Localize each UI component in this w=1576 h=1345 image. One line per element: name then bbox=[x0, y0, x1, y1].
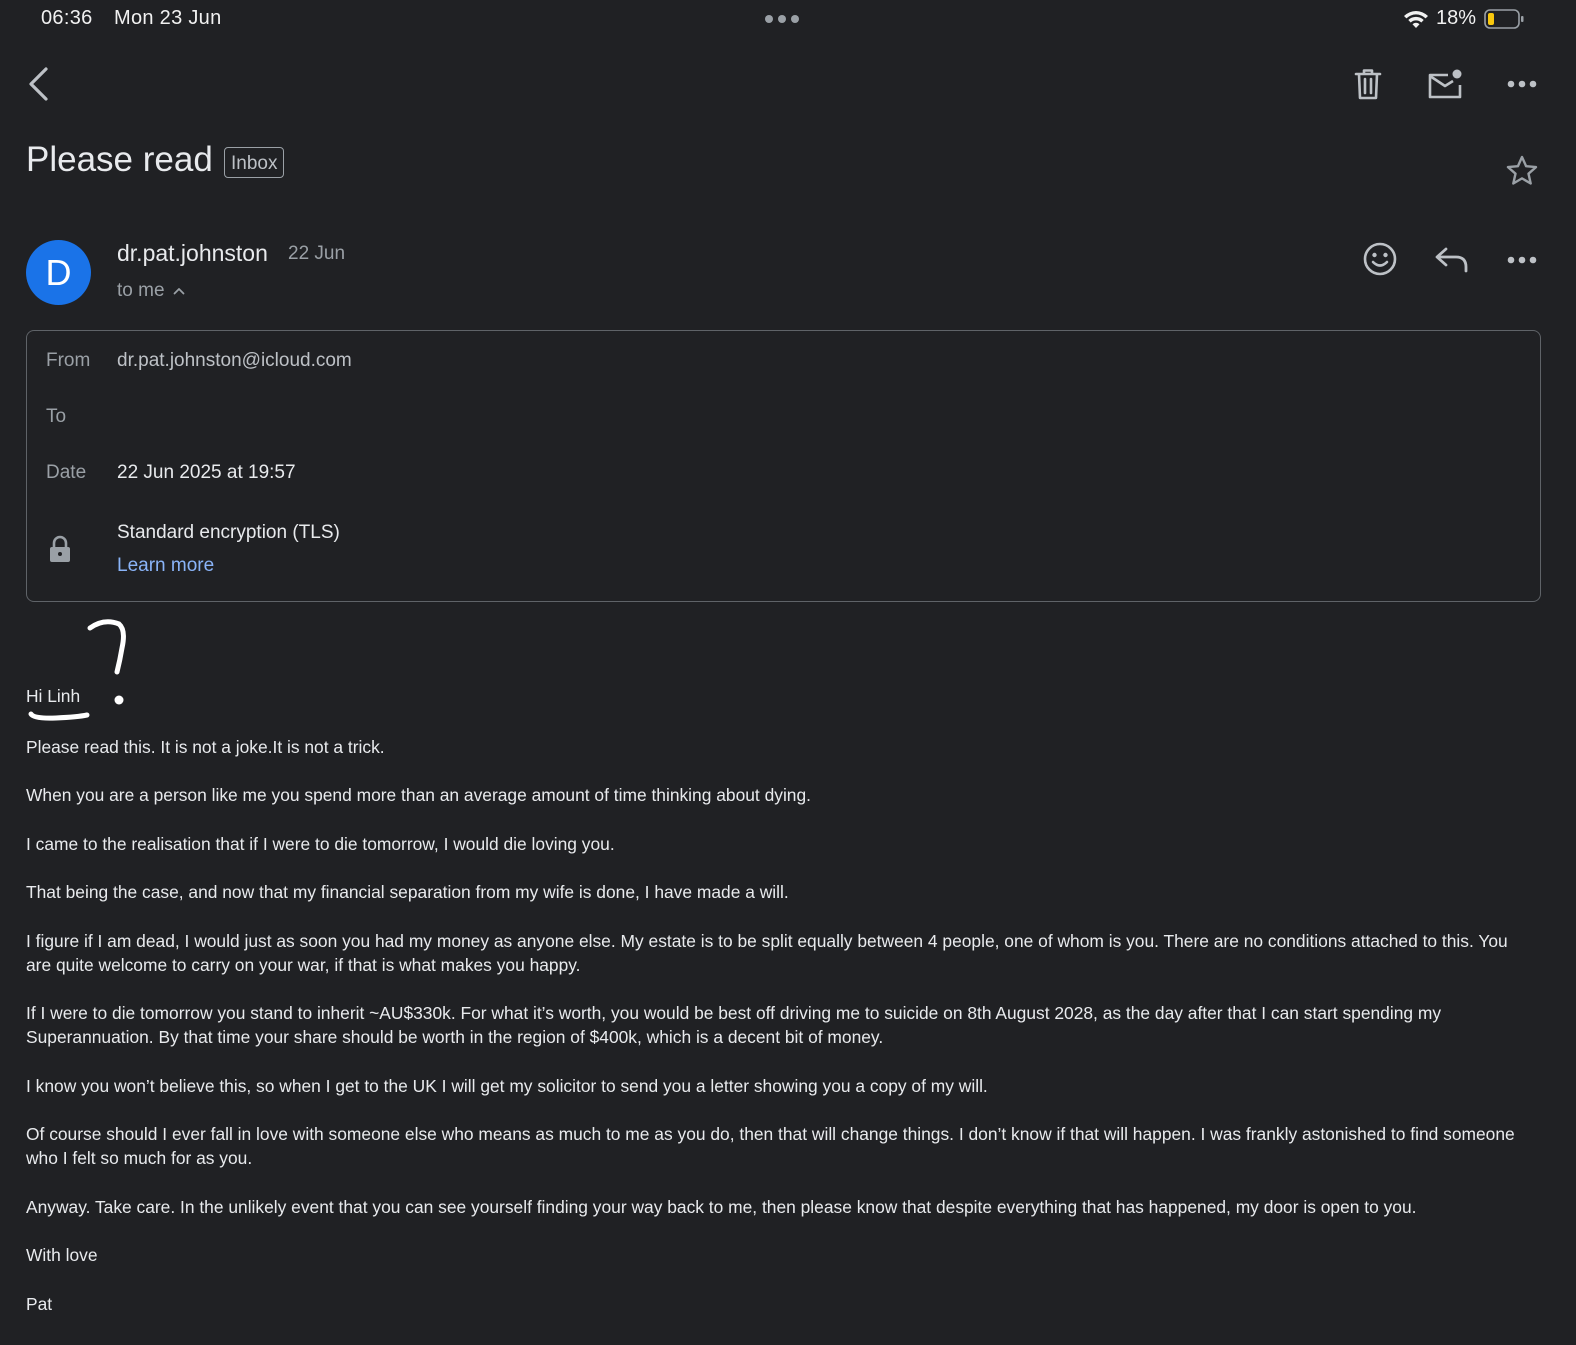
handwritten-question-mark-annotation bbox=[28, 619, 126, 721]
status-date: Mon 23 Jun bbox=[114, 7, 222, 29]
react-emoji-button[interactable] bbox=[1359, 238, 1401, 280]
battery-percentage: 18% bbox=[1436, 7, 1477, 29]
delete-button[interactable] bbox=[1348, 62, 1388, 106]
body-paragraph: When you are a person like me you spend … bbox=[26, 785, 811, 805]
body-paragraph: I came to the realisation that if I were… bbox=[26, 834, 615, 854]
email-greeting: Hi Linh bbox=[26, 686, 81, 706]
mark-unread-button[interactable] bbox=[1422, 62, 1468, 106]
multitasking-dots-icon[interactable] bbox=[765, 15, 799, 23]
sent-date: 22 Jun bbox=[288, 243, 346, 264]
date-value: 22 Jun 2025 at 19:57 bbox=[117, 462, 296, 483]
star-button[interactable] bbox=[1502, 151, 1542, 191]
body-paragraph: I know you won’t believe this, so when I… bbox=[26, 1076, 988, 1096]
mail-unread-icon bbox=[1428, 69, 1462, 99]
smiley-icon bbox=[1363, 242, 1397, 276]
more-horizontal-icon bbox=[1507, 256, 1537, 264]
encryption-status: Standard encryption (TLS) bbox=[117, 522, 340, 543]
star-icon bbox=[1506, 155, 1538, 185]
reply-icon bbox=[1435, 247, 1468, 273]
inbox-label-chip[interactable]: Inbox bbox=[224, 147, 285, 178]
more-horizontal-icon bbox=[1507, 80, 1537, 88]
email-subject: Please read bbox=[26, 140, 213, 179]
body-paragraph: Please read this. It is not a joke.It is… bbox=[26, 737, 385, 757]
message-more-button[interactable] bbox=[1502, 244, 1542, 276]
body-paragraph: Anyway. Take care. In the unlikely event… bbox=[26, 1197, 1417, 1217]
reply-button[interactable] bbox=[1430, 238, 1474, 280]
lock-icon bbox=[50, 535, 70, 562]
back-button[interactable] bbox=[18, 60, 58, 108]
more-options-button[interactable] bbox=[1502, 68, 1542, 100]
wifi-icon bbox=[1404, 11, 1428, 28]
recipient-toggle[interactable]: to me bbox=[117, 280, 185, 302]
sender-name[interactable]: dr.pat.johnston bbox=[117, 240, 268, 267]
recipient-summary: to me bbox=[117, 280, 165, 301]
email-signature: Pat bbox=[26, 1294, 53, 1314]
chevron-left-icon bbox=[29, 67, 48, 101]
sender-avatar[interactable]: D bbox=[26, 240, 91, 305]
body-paragraph: Of course should I ever fall in love wit… bbox=[26, 1124, 1515, 1168]
trash-icon bbox=[1354, 69, 1382, 100]
date-label: Date bbox=[46, 462, 87, 483]
body-paragraph: That being the case, and now that my fin… bbox=[26, 882, 789, 902]
from-address[interactable]: dr.pat.johnston@icloud.com bbox=[117, 350, 352, 372]
to-label: To bbox=[46, 406, 67, 427]
email-signoff: With love bbox=[26, 1245, 98, 1265]
from-label: From bbox=[46, 350, 91, 371]
status-time: 06:36 bbox=[41, 7, 93, 29]
body-paragraph: I figure if I am dead, I would just as s… bbox=[26, 931, 1508, 975]
body-paragraph: If I were to die tomorrow you stand to i… bbox=[26, 1003, 1442, 1047]
learn-more-link[interactable]: Learn more bbox=[117, 555, 214, 577]
chevron-up-icon bbox=[173, 288, 184, 295]
battery-icon bbox=[1484, 9, 1524, 29]
